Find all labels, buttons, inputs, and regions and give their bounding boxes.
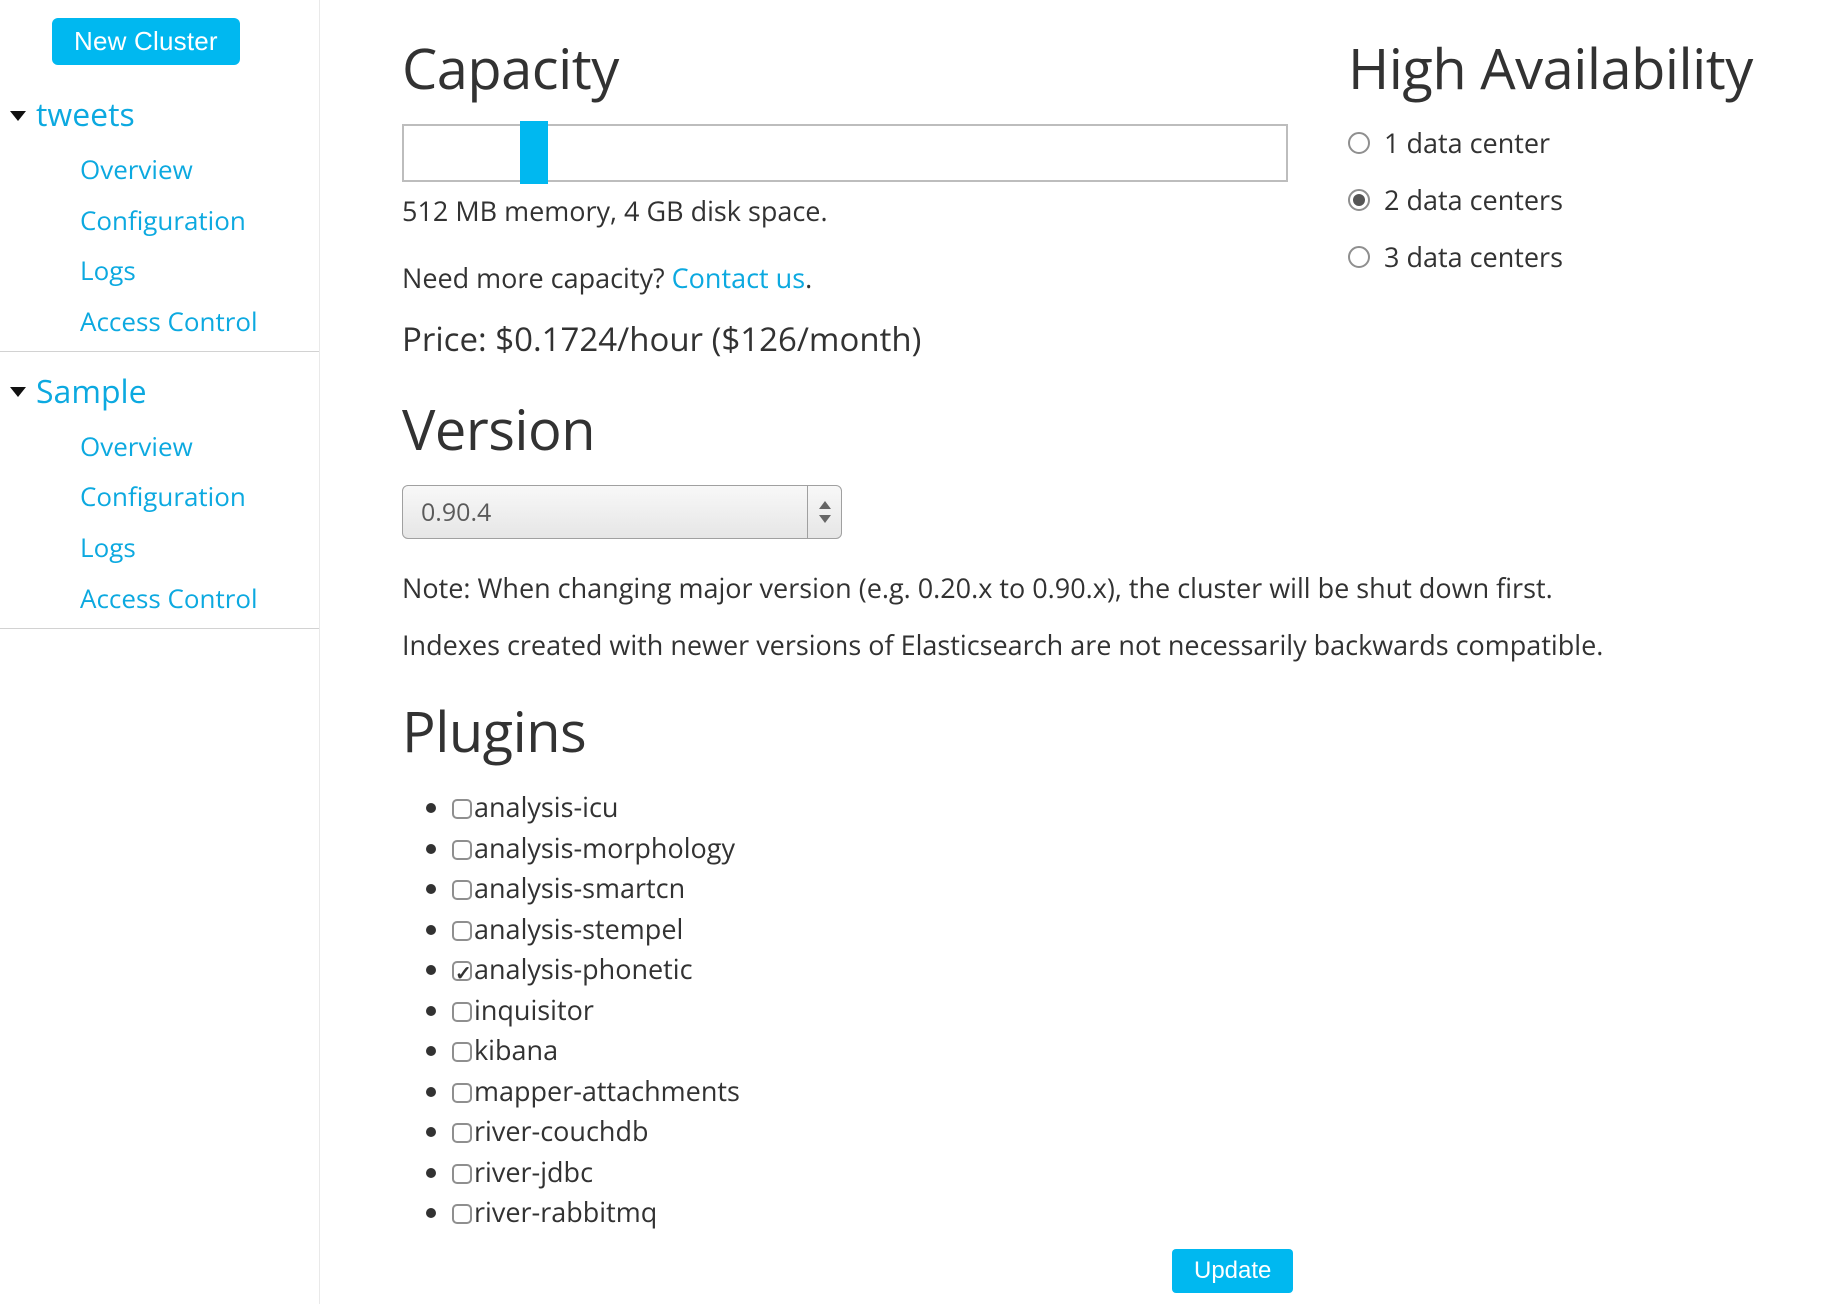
ha-radio-option[interactable]: 2 data centers xyxy=(1348,181,1838,218)
version-note-1: Note: When changing major version (e.g. … xyxy=(402,569,1782,606)
plugin-checkbox[interactable] xyxy=(452,799,472,819)
radio-icon xyxy=(1348,246,1370,268)
plugin-item: river-rabbitmq xyxy=(452,1192,1838,1233)
price-line: Price: $0.1724/hour ($126/month) xyxy=(402,316,1288,361)
plugin-label: analysis-stempel xyxy=(474,910,683,947)
ha-radio-label: 2 data centers xyxy=(1384,181,1563,218)
sidebar-link-overview[interactable]: Overview xyxy=(80,144,319,195)
plugin-checkbox[interactable] xyxy=(452,880,472,900)
ha-radio-label: 3 data centers xyxy=(1384,238,1563,275)
capacity-heading: Capacity xyxy=(402,30,1288,106)
plugin-checkbox[interactable] xyxy=(452,1204,472,1224)
plugin-checkbox[interactable] xyxy=(452,1042,472,1062)
plugin-item: inquisitor xyxy=(452,990,1838,1031)
ha-radio-label: 1 data center xyxy=(1384,124,1550,161)
plugin-checkbox[interactable] xyxy=(452,1002,472,1022)
cluster-title: Sample xyxy=(36,370,147,413)
plugin-checkbox[interactable] xyxy=(452,840,472,860)
radio-icon xyxy=(1348,132,1370,154)
sidebar-link-overview[interactable]: Overview xyxy=(80,421,319,472)
sidebar-link-access-control[interactable]: Access Control xyxy=(80,573,319,624)
plugin-item: analysis-phonetic xyxy=(452,949,1838,990)
plugin-label: river-couchdb xyxy=(474,1112,649,1149)
capacity-note: Need more capacity? Contact us. xyxy=(402,259,1288,296)
version-select[interactable]: 0.90.4 xyxy=(402,485,842,539)
plugin-label: analysis-phonetic xyxy=(474,950,693,987)
divider xyxy=(0,351,319,352)
plugin-item: analysis-stempel xyxy=(452,909,1838,950)
chevron-up-icon xyxy=(819,501,831,509)
version-heading: Version xyxy=(402,391,1838,467)
plugin-item: analysis-icu xyxy=(452,787,1838,828)
plugin-checkbox[interactable] xyxy=(452,1083,472,1103)
plugin-item: river-couchdb xyxy=(452,1111,1838,1152)
capacity-summary: 512 MB memory, 4 GB disk space. xyxy=(402,192,1288,229)
ha-radio-group: 1 data center 2 data centers 3 data center… xyxy=(1348,124,1838,275)
new-cluster-button[interactable]: New Cluster xyxy=(52,18,240,65)
plugin-label: mapper-attachments xyxy=(474,1072,740,1109)
capacity-note-suffix: . xyxy=(805,259,812,296)
sidebar-link-configuration[interactable]: Configuration xyxy=(80,195,319,246)
plugin-checkbox[interactable] xyxy=(452,961,472,981)
capacity-slider-handle[interactable] xyxy=(520,121,548,184)
plugin-checkbox[interactable] xyxy=(452,1164,472,1184)
cluster-item-sample: Sample Overview Configuration Logs Acces… xyxy=(0,366,319,626)
main-content: Capacity 512 MB memory, 4 GB disk space.… xyxy=(320,0,1848,1304)
plugin-label: river-rabbitmq xyxy=(474,1193,657,1230)
plugins-list: analysis-icuanalysis-morphologyanalysis-… xyxy=(402,787,1838,1233)
divider xyxy=(0,628,319,629)
plugin-label: kibana xyxy=(474,1031,558,1068)
update-button[interactable]: Update xyxy=(1172,1249,1293,1293)
plugin-label: river-jdbc xyxy=(474,1153,593,1190)
ha-heading: High Availability xyxy=(1348,30,1838,106)
version-selected-value: 0.90.4 xyxy=(403,486,807,538)
ha-radio-option[interactable]: 1 data center xyxy=(1348,124,1838,161)
sidebar-link-access-control[interactable]: Access Control xyxy=(80,296,319,347)
plugin-item: analysis-smartcn xyxy=(452,868,1838,909)
cluster-header-sample[interactable]: Sample xyxy=(0,366,319,417)
plugin-item: mapper-attachments xyxy=(452,1071,1838,1112)
plugin-checkbox[interactable] xyxy=(452,921,472,941)
sidebar-link-configuration[interactable]: Configuration xyxy=(80,471,319,522)
chevron-down-icon xyxy=(10,111,26,121)
contact-us-link[interactable]: Contact us xyxy=(672,259,805,296)
plugin-checkbox[interactable] xyxy=(452,1123,472,1143)
cluster-item-tweets: tweets Overview Configuration Logs Acces… xyxy=(0,89,319,349)
sidebar: New Cluster tweets Overview Configuratio… xyxy=(0,0,320,1304)
version-note-2: Indexes created with newer versions of E… xyxy=(402,626,1782,663)
cluster-title: tweets xyxy=(36,93,135,136)
sidebar-link-logs[interactable]: Logs xyxy=(80,522,319,573)
chevron-down-icon xyxy=(10,387,26,397)
plugins-heading: Plugins xyxy=(402,693,1838,769)
capacity-slider[interactable] xyxy=(402,124,1288,182)
plugin-item: river-jdbc xyxy=(452,1152,1838,1193)
ha-radio-option[interactable]: 3 data centers xyxy=(1348,238,1838,275)
radio-icon xyxy=(1348,189,1370,211)
cluster-header-tweets[interactable]: tweets xyxy=(0,89,319,140)
chevron-down-icon xyxy=(819,515,831,523)
plugin-label: inquisitor xyxy=(474,991,594,1028)
plugin-item: kibana xyxy=(452,1030,1838,1071)
plugin-label: analysis-smartcn xyxy=(474,869,685,906)
plugin-label: analysis-icu xyxy=(474,788,618,825)
sidebar-link-logs[interactable]: Logs xyxy=(80,245,319,296)
plugin-label: analysis-morphology xyxy=(474,829,735,866)
plugin-item: analysis-morphology xyxy=(452,828,1838,869)
capacity-note-prefix: Need more capacity? xyxy=(402,259,672,296)
select-stepper-icon xyxy=(807,486,841,538)
